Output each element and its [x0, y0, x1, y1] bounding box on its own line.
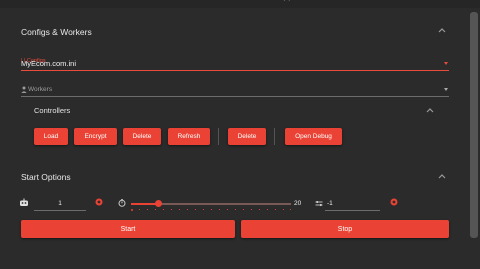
slider-tick [267, 209, 268, 210]
limit-input[interactable]: -1 [327, 200, 333, 207]
slider-max-label: 20 [294, 200, 302, 207]
slider-tick [219, 209, 220, 210]
delete-debug-button[interactable]: Delete [228, 128, 266, 145]
configs-select-value[interactable]: MyEcom.com.ini [21, 59, 76, 68]
delete-button[interactable]: Delete [123, 128, 161, 145]
workers-select-underline [21, 96, 449, 97]
slider-tick [235, 209, 236, 210]
chevron-up-icon[interactable] [426, 106, 434, 115]
bug-icon[interactable] [390, 198, 398, 206]
top-dots: · · [283, 0, 291, 5]
slider-tick [251, 209, 252, 210]
slider-track-rest [158, 203, 291, 205]
robot-icon [19, 198, 29, 207]
refresh-button[interactable]: Refresh [168, 128, 210, 145]
slider-tick [179, 209, 180, 210]
slider-tick [283, 209, 284, 210]
slider-tick [290, 209, 291, 210]
encrypt-button[interactable]: Encrypt [74, 128, 117, 145]
button-divider [218, 128, 219, 145]
open-debug-button[interactable]: Open Debug [285, 128, 342, 145]
sliders-icon [315, 200, 323, 207]
configs-section-title: Configs & Workers [21, 27, 92, 37]
start-options-title: Start Options [21, 172, 71, 182]
slider-tick [187, 209, 188, 210]
slider-tick [195, 209, 196, 210]
chevron-up-icon[interactable] [438, 172, 446, 181]
threads-input[interactable]: 1 [34, 200, 86, 207]
scrollbar[interactable] [470, 12, 478, 238]
slider-tick [147, 209, 148, 210]
slider-thumb[interactable] [155, 200, 162, 207]
slider-tick [131, 209, 133, 211]
slider-tick [259, 209, 260, 210]
slider-tick [275, 209, 276, 210]
slider-tick [171, 209, 172, 210]
slider-tick [243, 209, 244, 210]
stop-button[interactable]: Stop [241, 220, 449, 238]
user-icon [21, 86, 27, 93]
slider-tick [163, 209, 164, 210]
chevron-down-icon[interactable] [444, 88, 448, 91]
workers-select-placeholder[interactable]: Workers [28, 86, 52, 93]
slider-tick [203, 209, 204, 210]
top-strip: · · [0, 0, 480, 8]
configs-select-underline [21, 70, 449, 71]
start-button[interactable]: Start [21, 220, 235, 238]
threads-input-underline [34, 210, 86, 211]
button-divider [274, 128, 275, 145]
timer-icon [118, 199, 126, 207]
chevron-up-icon[interactable] [438, 26, 446, 35]
chevron-down-icon[interactable] [444, 62, 448, 65]
load-button[interactable]: Load [34, 128, 68, 145]
controllers-title: Controllers [34, 106, 71, 115]
bug-icon[interactable] [95, 198, 103, 206]
slider-tick [155, 209, 156, 210]
slider-ticks [131, 209, 291, 212]
slider-track-filled [131, 203, 158, 205]
slider-tick [227, 209, 228, 210]
limit-input-underline [325, 210, 380, 211]
slider-tick [139, 209, 140, 210]
slider-tick [211, 209, 212, 210]
